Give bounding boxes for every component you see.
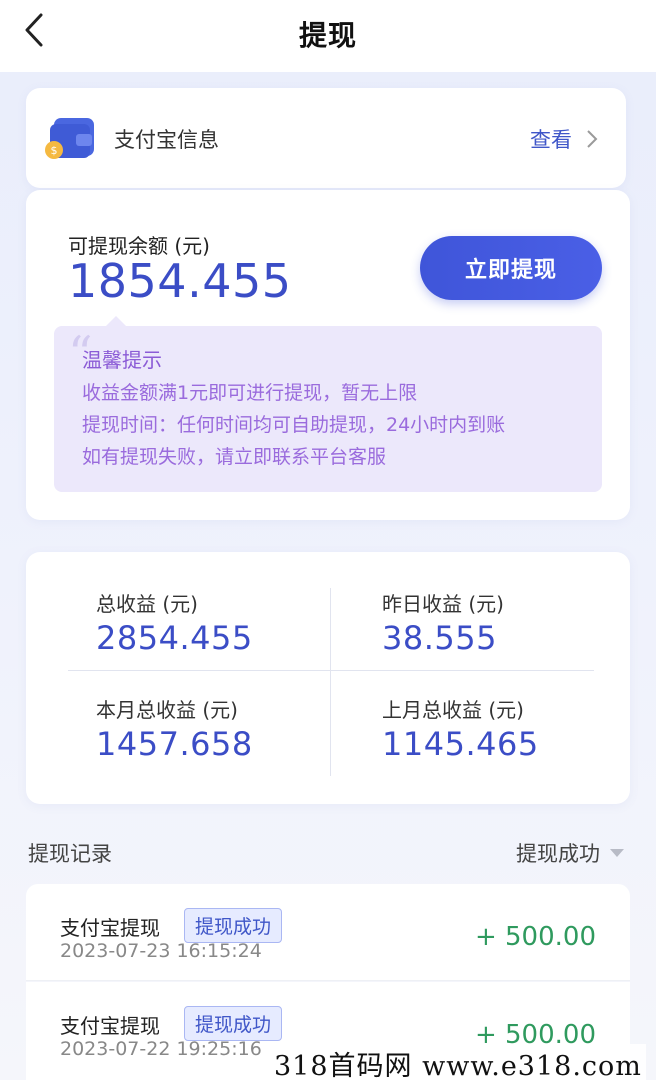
stat-label: 昨日收益 (元) bbox=[382, 592, 504, 616]
svg-text:$: $ bbox=[51, 144, 58, 157]
stat-value: 38.555 bbox=[382, 619, 497, 657]
tip-line: 如有提现失败，请立即联系平台客服 bbox=[82, 446, 387, 468]
record-row[interactable]: 支付宝提现 提现成功 2023-07-23 16:15:24 + 500.00 bbox=[26, 884, 630, 980]
earnings-stats-card: 总收益 (元) 2854.455 昨日收益 (元) 38.555 本月总收益 (… bbox=[26, 552, 630, 804]
total-earnings-stat: 总收益 (元) 2854.455 bbox=[96, 588, 356, 657]
caret-down-icon bbox=[610, 849, 624, 857]
status-badge: 提现成功 bbox=[184, 1006, 283, 1041]
tips-title: 温馨提示 bbox=[82, 348, 162, 372]
record-time: 2023-07-23 16:15:24 bbox=[60, 940, 262, 962]
alipay-info-label: 支付宝信息 bbox=[114, 128, 219, 152]
stat-value: 2854.455 bbox=[96, 619, 253, 657]
record-method: 支付宝提现 bbox=[60, 1014, 160, 1038]
tips-box: “ 温馨提示 收益金额满1元即可进行提现，暂无上限 提现时间：任何时间均可自助提… bbox=[54, 326, 602, 492]
yesterday-earnings-stat: 昨日收益 (元) 38.555 bbox=[382, 588, 642, 657]
top-bar: 提现 bbox=[0, 0, 656, 72]
watermark: 318首码网 www.e318.com bbox=[270, 1044, 646, 1080]
last-month-earnings-stat: 上月总收益 (元) 1145.465 bbox=[382, 694, 642, 763]
alipay-info-row[interactable]: $ 支付宝信息 查看 bbox=[26, 88, 626, 188]
month-earnings-stat: 本月总收益 (元) 1457.658 bbox=[96, 694, 356, 763]
chevron-right-icon bbox=[587, 130, 598, 148]
withdraw-page: 提现 $ 支付宝信息 查看 可提现余额 (元) 1854.455 立即提现 “ … bbox=[0, 0, 656, 1080]
tip-arrow bbox=[106, 316, 126, 326]
balance-value: 1854.455 bbox=[68, 254, 292, 308]
withdraw-now-button[interactable]: 立即提现 bbox=[420, 236, 602, 300]
page-title: 提现 bbox=[298, 19, 357, 52]
tip-line: 收益金额满1元即可进行提现，暂无上限 bbox=[82, 382, 418, 404]
stat-value: 1145.465 bbox=[382, 725, 539, 763]
vertical-divider bbox=[330, 588, 331, 776]
balance-card: 可提现余额 (元) 1854.455 立即提现 “ 温馨提示 收益金额满1元即可… bbox=[26, 190, 630, 520]
stat-label: 上月总收益 (元) bbox=[382, 698, 524, 722]
status-filter-select[interactable]: 提现成功 bbox=[516, 838, 624, 868]
record-divider bbox=[26, 980, 630, 981]
records-title: 提现记录 bbox=[28, 842, 112, 866]
status-filter-value: 提现成功 bbox=[516, 842, 600, 866]
record-amount: + 500.00 bbox=[474, 922, 596, 952]
horizontal-divider bbox=[68, 670, 594, 671]
tip-line: 提现时间：任何时间均可自助提现，24小时内到账 bbox=[82, 414, 506, 436]
stat-label: 总收益 (元) bbox=[96, 592, 198, 616]
view-link-label: 查看 bbox=[530, 128, 572, 152]
view-link[interactable]: 查看 bbox=[530, 124, 598, 154]
wallet-icon: $ bbox=[45, 118, 94, 159]
record-method: 支付宝提现 bbox=[60, 916, 160, 940]
stat-value: 1457.658 bbox=[96, 725, 253, 763]
status-badge: 提现成功 bbox=[184, 908, 283, 943]
stat-label: 本月总收益 (元) bbox=[96, 698, 238, 722]
record-time: 2023-07-22 19:25:16 bbox=[60, 1038, 262, 1060]
